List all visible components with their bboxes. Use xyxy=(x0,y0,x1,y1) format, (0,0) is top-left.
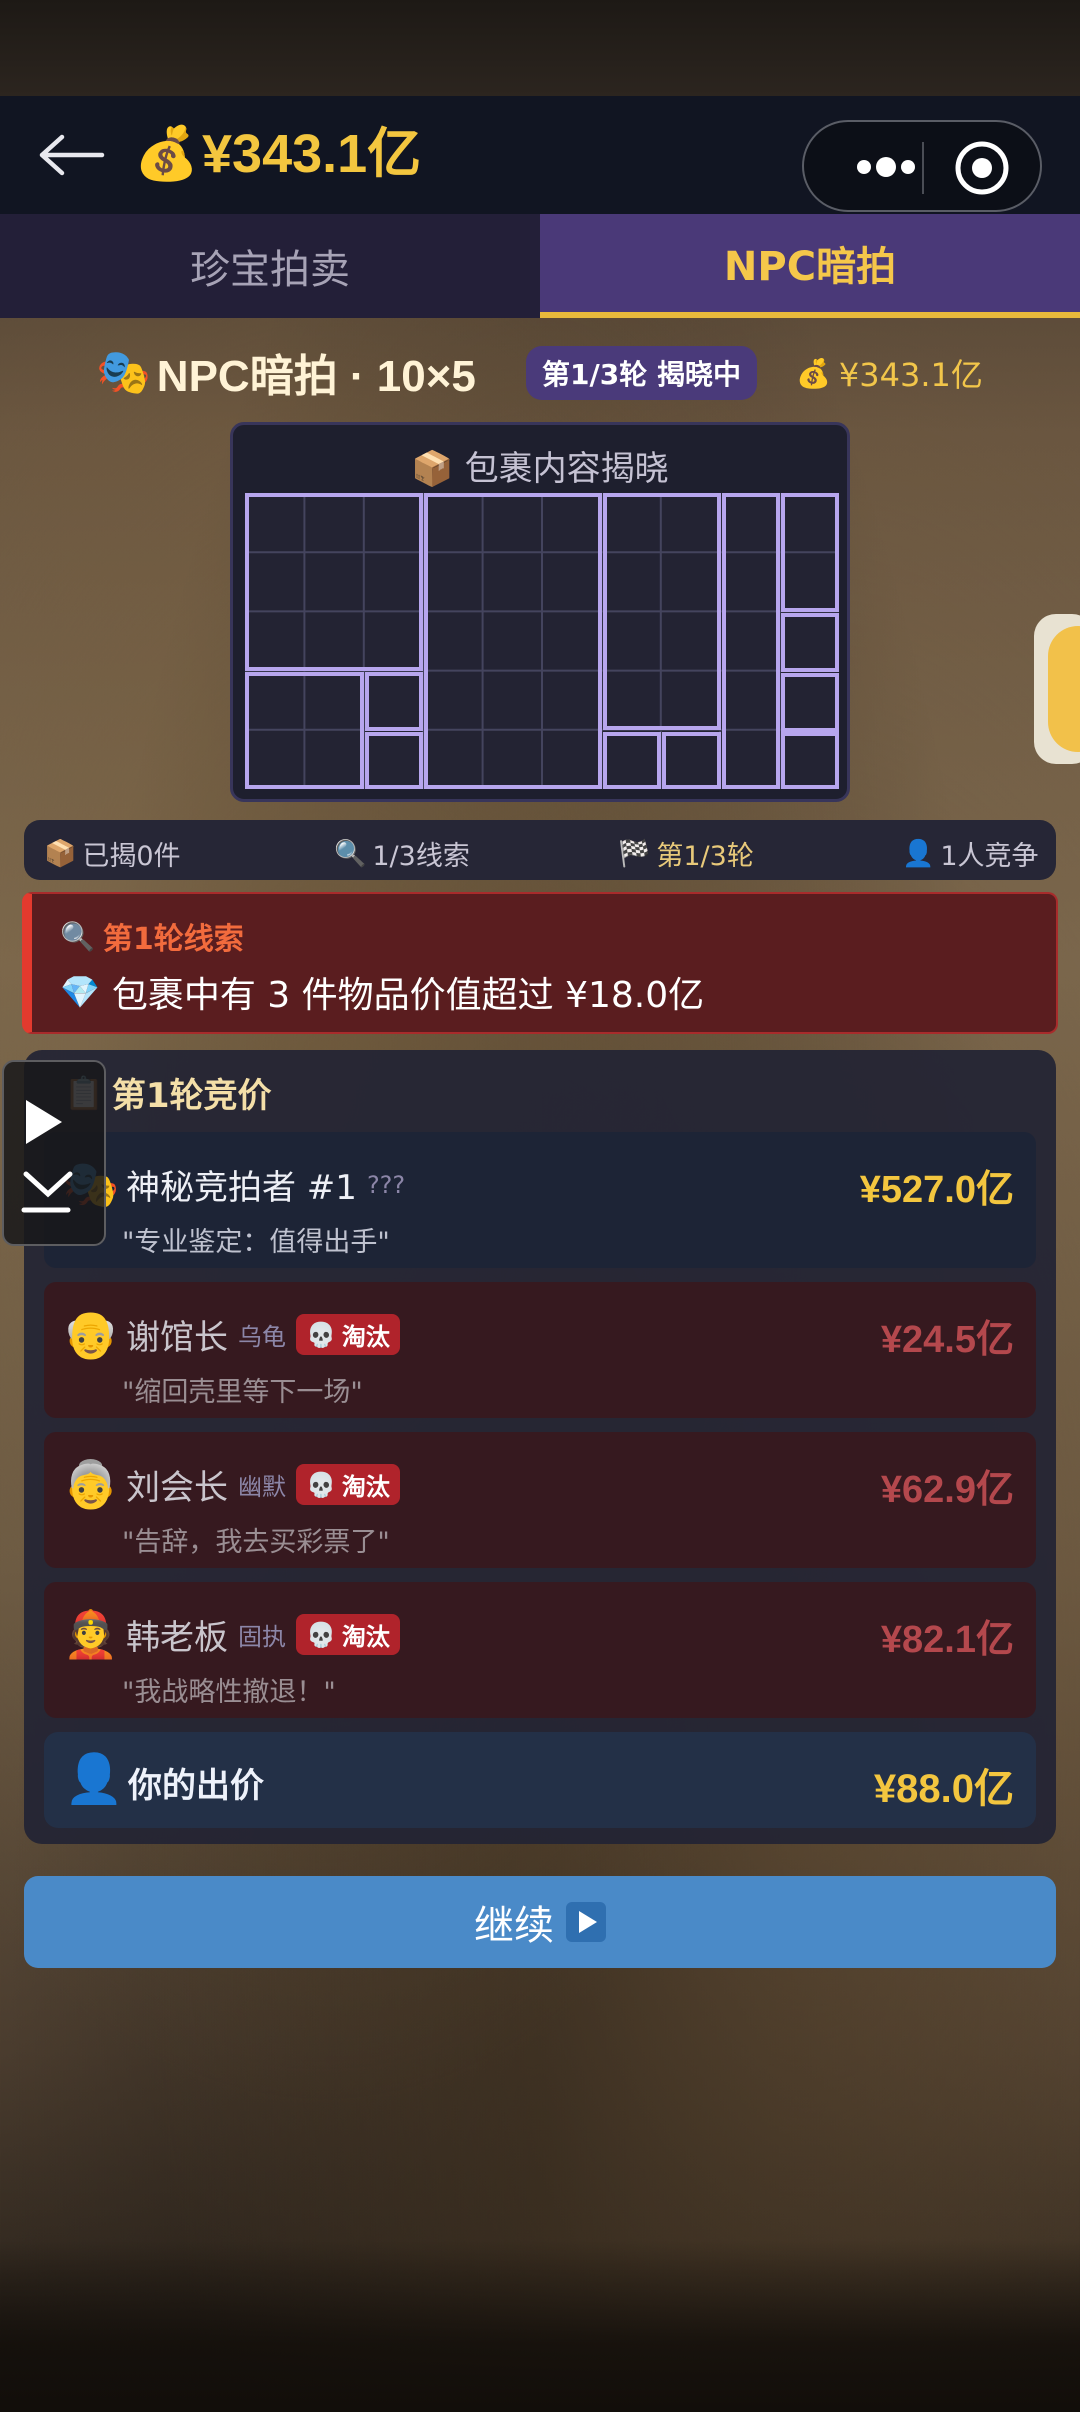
bid-row-mystery-bidder: 🎭 神秘竞拍者 #1 ??? ¥527.0亿 "专业鉴定：值得出手" xyxy=(44,1132,1036,1268)
clue-title: 🔍 第1轮线索 xyxy=(60,914,244,958)
bidding-panel: 📋 第1轮竞价 🎭 神秘竞拍者 #1 ??? ¥527.0亿 "专业鉴定：值得出… xyxy=(24,1050,1056,1844)
magnifier-icon: 🔍 xyxy=(60,919,95,953)
bidder-quote: "专业鉴定：值得出手" xyxy=(122,1227,390,1258)
back-arrow-icon[interactable] xyxy=(38,132,108,178)
stats-bar: 📦 已揭0件 🔍 1/3线索 🏁 第1/3轮 👤 1人竞争 xyxy=(24,820,1056,880)
bid-row-xie: 👴 谢馆长 乌龟 💀 淘汰 ¥24.5亿 "缩回壳里等下一场" xyxy=(44,1282,1036,1418)
money-bag-icon: 💰 xyxy=(796,356,831,390)
magnifier-icon: 🔍 xyxy=(334,838,367,869)
stat-competitors-text: 1人竞争 xyxy=(940,841,1039,872)
bid-amount: ¥82.1亿 xyxy=(880,1619,1014,1661)
bidder-name: 谢馆长 xyxy=(126,1318,228,1358)
capsule-divider xyxy=(922,142,924,194)
eliminated-label: 淘汰 xyxy=(341,1473,390,1501)
bidder-name: 刘会长 xyxy=(126,1468,228,1508)
stat-revealed-text: 已揭0件 xyxy=(82,841,181,872)
clue-box: 🔍 第1轮线索 💎 包裹中有 3 件物品价值超过 ¥18.0亿 xyxy=(22,892,1058,1034)
auction-title-row: 🎭 NPC暗拍 · 10×5 xyxy=(96,340,476,404)
eliminated-badge: 💀 淘汰 xyxy=(296,1614,400,1655)
close-target-icon[interactable] xyxy=(952,138,1012,198)
tab-treasure-auction[interactable]: 珍宝拍卖 xyxy=(0,214,540,318)
clue-text-value: 包裹中有 3 件物品价值超过 ¥18.0亿 xyxy=(111,975,705,1016)
eliminated-label: 淘汰 xyxy=(341,1623,390,1651)
bidder-trait: 幽默 xyxy=(238,1473,286,1501)
continue-label: 继续 xyxy=(474,1903,554,1949)
floating-control-widget[interactable] xyxy=(2,1060,106,1246)
your-bid-row: 👤 你的出价 ¥88.0亿 xyxy=(44,1732,1036,1828)
top-background-band xyxy=(0,0,1080,96)
side-drawer-handle[interactable] xyxy=(1034,614,1080,764)
bid-row-han: 👲 韩老板 固执 💀 淘汰 ¥82.1亿 "我战略性撤退！" xyxy=(44,1582,1036,1718)
money-bag-icon: 💰 xyxy=(134,124,199,184)
title-balance-value: ¥343.1亿 xyxy=(838,356,983,394)
person-icon: 👤 xyxy=(902,838,935,869)
user-silhouette-icon: 👤 xyxy=(64,1751,124,1807)
bid-amount: ¥527.0亿 xyxy=(859,1169,1014,1211)
theater-masks-icon: 🎭 xyxy=(96,347,151,398)
title-balance: 💰 ¥343.1亿 xyxy=(796,350,983,396)
bidder-name: 韩老板 xyxy=(126,1618,228,1658)
helmet-face-icon: 👲 xyxy=(62,1607,120,1661)
eliminated-label: 淘汰 xyxy=(341,1323,390,1351)
stat-round-text: 第1/3轮 xyxy=(656,841,754,872)
bidder-name-row: 韩老板 固执 💀 淘汰 xyxy=(126,1610,400,1659)
reveal-title: 📦 包裹内容揭晓 xyxy=(233,441,847,490)
bid-row-liu: 👵 刘会长 幽默 💀 淘汰 ¥62.9亿 "告辞，我去买彩票了" xyxy=(44,1432,1036,1568)
package-icon: 📦 xyxy=(44,838,77,869)
continue-button[interactable]: 继续 xyxy=(24,1876,1056,1968)
elder-face-icon: 👴 xyxy=(62,1307,120,1361)
package-icon: 📦 xyxy=(411,449,454,489)
stat-round: 🏁 第1/3轮 xyxy=(618,834,754,873)
bidder-trait: 乌龟 xyxy=(238,1323,286,1351)
eliminated-badge: 💀 淘汰 xyxy=(296,1314,400,1355)
play-icon xyxy=(566,1902,606,1942)
bidder-quote: "告辞，我去买彩票了" xyxy=(122,1527,390,1558)
bidding-title-text: 第1轮竞价 xyxy=(111,1076,272,1116)
bidder-name-row: 刘会长 幽默 💀 淘汰 xyxy=(126,1460,400,1509)
tab-npc-blind-auction[interactable]: NPC暗拍 xyxy=(540,214,1080,318)
round-status-badge: 第1/3轮 揭晓中 xyxy=(526,346,757,400)
header-bar: 💰 ¥343.1亿 xyxy=(0,96,1080,214)
stat-clues: 🔍 1/3线索 xyxy=(334,834,470,873)
package-reveal-panel: 📦 包裹内容揭晓 xyxy=(230,422,850,802)
bidder-quote: "缩回壳里等下一场" xyxy=(122,1377,363,1408)
bidder-trait: ??? xyxy=(366,1170,406,1199)
eliminated-badge: 💀 淘汰 xyxy=(296,1464,400,1505)
diamond-icon: 💎 xyxy=(60,973,100,1011)
bid-amount: ¥62.9亿 xyxy=(880,1469,1014,1511)
your-bid-label: 你的出价 xyxy=(128,1766,264,1806)
stat-revealed: 📦 已揭0件 xyxy=(44,834,181,873)
skull-icon: 💀 xyxy=(306,1320,336,1349)
skull-icon: 💀 xyxy=(306,1470,336,1499)
package-grid xyxy=(245,493,839,789)
bid-amount: ¥24.5亿 xyxy=(880,1319,1014,1361)
balance-display: ¥343.1亿 xyxy=(202,124,422,184)
bidder-trait: 固执 xyxy=(238,1623,286,1651)
your-bid-amount: ¥88.0亿 xyxy=(873,1767,1014,1811)
floating-controls-icon xyxy=(21,1100,73,1213)
bidder-name-row: 谢馆长 乌龟 💀 淘汰 xyxy=(126,1310,400,1359)
bidder-name: 神秘竞拍者 #1 xyxy=(126,1168,357,1208)
mini-program-capsule xyxy=(802,120,1042,212)
bidder-quote: "我战略性撤退！" xyxy=(122,1677,336,1708)
clue-text: 💎 包裹中有 3 件物品价值超过 ¥18.0亿 xyxy=(60,966,704,1018)
checkered-flag-icon: 🏁 xyxy=(618,838,651,869)
grandma-face-icon: 👵 xyxy=(62,1457,120,1511)
bottom-shadow xyxy=(0,2240,1080,2412)
coin-icon xyxy=(1048,626,1080,752)
tab-bar: 珍宝拍卖 NPC暗拍 xyxy=(0,214,1080,318)
auction-title: NPC暗拍 · 10×5 xyxy=(156,352,476,401)
clue-title-text: 第1轮线索 xyxy=(102,922,244,957)
reveal-title-text: 包裹内容揭晓 xyxy=(464,449,669,489)
stat-competitors: 👤 1人竞争 xyxy=(902,834,1039,873)
bidder-name-row: 神秘竞拍者 #1 ??? xyxy=(126,1160,405,1209)
skull-icon: 💀 xyxy=(306,1620,336,1649)
stat-clues-text: 1/3线索 xyxy=(372,841,470,872)
more-dots-icon[interactable] xyxy=(834,144,934,190)
